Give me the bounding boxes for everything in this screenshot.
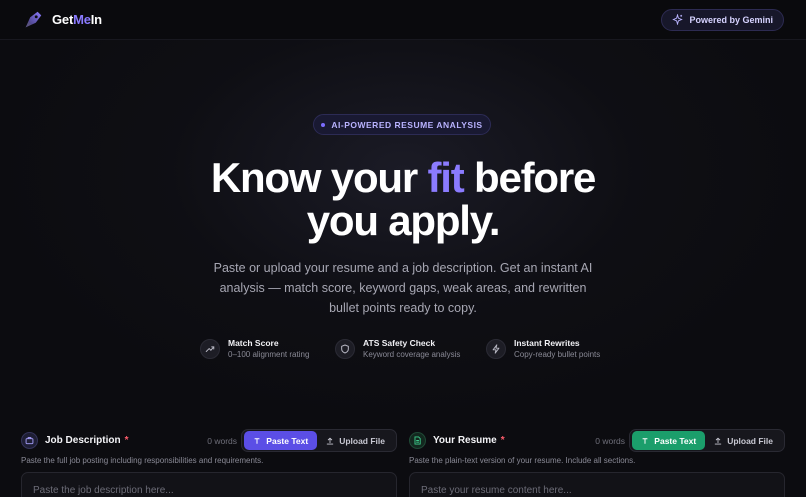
page-title: Know your fit before you apply. [0, 156, 806, 242]
feature-match-score: Match Score 0–100 alignment rating [200, 338, 309, 360]
word-count: 0 words [207, 435, 237, 446]
feature-title: Match Score [228, 338, 279, 348]
required-marker: * [124, 435, 129, 446]
resume-panel: Your Resume * 0 words Paste Text Upload … [409, 428, 785, 497]
brand-accent: Me [73, 12, 91, 27]
word-count: 0 words [595, 435, 625, 446]
panel-header: Your Resume * 0 words Paste Text Upload … [409, 428, 785, 453]
sparkle-icon [672, 14, 684, 25]
briefcase-icon [21, 432, 38, 449]
feature-desc: Keyword coverage analysis [363, 350, 461, 359]
powered-by-label: Powered by Gemini [689, 14, 773, 25]
job-description-input[interactable]: Paste the job description here... [21, 472, 397, 497]
headline-line-2: you apply. [306, 197, 501, 244]
input-mode-toggle: Paste Text Upload File [629, 429, 785, 452]
top-nav: GetMeIn Powered by Gemini [0, 0, 806, 40]
document-icon [409, 432, 426, 449]
headline-accent: fit [427, 154, 464, 201]
brand-prefix: Get [52, 12, 74, 27]
input-placeholder: Paste your resume content here... [421, 485, 572, 496]
headline-part-b: before [463, 154, 596, 201]
brand[interactable]: GetMeIn [22, 9, 102, 31]
text-icon [254, 437, 260, 444]
upload-icon [326, 437, 334, 444]
headline-part-a: Know your [210, 154, 428, 201]
input-mode-toggle: Paste Text Upload File [241, 429, 397, 452]
feature-list: Match Score 0–100 alignment rating ATS S… [0, 338, 806, 364]
feature-title: ATS Safety Check [363, 338, 436, 348]
panel-hint: Paste the plain-text version of your res… [409, 456, 636, 465]
upload-file-label: Upload File [339, 435, 385, 446]
hero-subtitle: Paste or upload your resume and a job de… [213, 261, 593, 315]
badge-dot-icon [321, 122, 326, 127]
feature-instant-rewrites: Instant Rewrites Copy-ready bullet point… [486, 338, 600, 360]
brand-name: GetMeIn [52, 12, 102, 27]
headline-line-1: Know your fit before [0, 156, 806, 199]
lightning-icon [486, 339, 506, 359]
text-icon [642, 437, 648, 444]
upload-file-button[interactable]: Upload File [317, 431, 394, 450]
feature-title: Instant Rewrites [514, 338, 580, 348]
panel-title: Your Resume [433, 435, 497, 446]
powered-by-gemini-badge[interactable]: Powered by Gemini [661, 8, 784, 31]
resume-input[interactable]: Paste your resume content here... [409, 472, 785, 497]
panel-title: Job Description [45, 435, 121, 446]
input-placeholder: Paste the job description here... [33, 485, 174, 496]
feature-desc: 0–100 alignment rating [228, 350, 310, 359]
hero-badge: AI-POWERED RESUME ANALYSIS [313, 114, 491, 135]
trending-up-icon [200, 339, 220, 359]
hero-badge-label: AI-POWERED RESUME ANALYSIS [331, 119, 483, 130]
rocket-logo-icon [25, 11, 42, 27]
panel-hint: Paste the full job posting including res… [21, 456, 264, 465]
upload-file-button[interactable]: Upload File [705, 431, 782, 450]
shield-icon [335, 339, 355, 359]
required-marker: * [500, 435, 505, 446]
brand-suffix: In [90, 12, 102, 27]
paste-text-label: Paste Text [266, 435, 309, 446]
feature-desc: Copy-ready bullet points [514, 350, 601, 359]
job-description-panel: Job Description * 0 words Paste Text Upl… [21, 428, 397, 497]
paste-text-label: Paste Text [654, 435, 697, 446]
upload-file-label: Upload File [727, 435, 773, 446]
panel-header: Job Description * 0 words Paste Text Upl… [21, 428, 397, 453]
upload-icon [714, 437, 722, 444]
feature-ats-check: ATS Safety Check Keyword coverage analys… [335, 338, 460, 360]
paste-text-button[interactable]: Paste Text [244, 431, 318, 450]
paste-text-button[interactable]: Paste Text [632, 431, 706, 450]
